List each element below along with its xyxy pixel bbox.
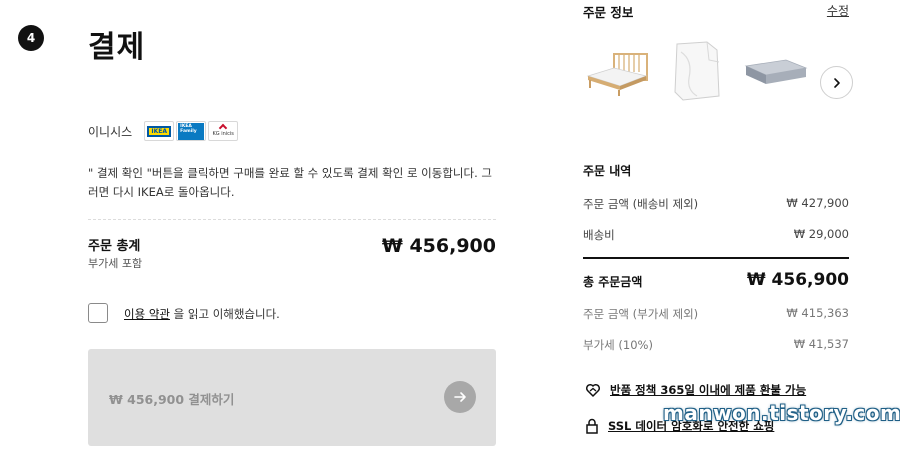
mattress-thumbnail[interactable] <box>742 38 810 104</box>
divider <box>88 219 496 220</box>
lock-icon <box>586 418 598 434</box>
edit-order-link[interactable]: 수정 <box>827 2 849 19</box>
bed-frame-thumbnail[interactable] <box>584 38 652 104</box>
terms-checkbox[interactable] <box>88 303 108 323</box>
ikea-logo: IKEA <box>144 121 175 141</box>
arrow-right-icon <box>444 381 476 413</box>
return-policy-feature[interactable]: 반품 정책 365일 이내에 제품 환불 가능 <box>585 382 806 398</box>
step-number-badge: 4 <box>18 25 44 51</box>
fitted-sheet-thumbnail[interactable] <box>663 38 731 104</box>
subtotal-value: ₩ 427,900 <box>786 196 849 210</box>
payment-instruction: " 결제 확인 "버튼을 클릭하면 구매를 완료 할 수 있도록 결제 확인 로… <box>88 166 492 199</box>
pay-button[interactable]: ₩ 456,900 결제하기 <box>88 349 496 446</box>
grand-total-value: ₩ 456,900 <box>746 270 849 290</box>
order-total-label: 주문 총계 <box>88 239 141 254</box>
chevron-right-icon <box>833 77 840 88</box>
pay-button-label: ₩ 456,900 결제하기 <box>109 392 235 407</box>
return-policy-link[interactable]: 반품 정책 365일 이내에 제품 환불 가능 <box>610 382 806 398</box>
page-title: 결제 <box>88 30 146 65</box>
shipping-value: ₩ 29,000 <box>793 227 849 241</box>
order-total-amount: ₩ 456,900 <box>381 235 496 257</box>
order-summary-title: 주문 내역 <box>583 164 632 178</box>
vat-included-note: 부가세 포함 <box>88 257 143 270</box>
heart-hands-icon <box>585 383 601 397</box>
order-info-title: 주문 정보 <box>583 5 634 20</box>
pre-tax-label: 주문 금액 (부가세 제외) <box>583 307 699 321</box>
kg-inicis-logo: KG inicis <box>208 121 239 141</box>
terms-agreement-text: 이용 약관 을 읽고 이해했습니다. <box>124 306 280 322</box>
watermark: manwon.tistory.com <box>663 401 900 425</box>
shipping-label: 배송비 <box>583 228 615 242</box>
terms-agreement-suffix: 을 읽고 이해했습니다. <box>169 307 280 321</box>
payment-provider-row: 이니시스 IKEA IKEA Family KG inicis <box>88 121 240 141</box>
summary-divider <box>583 257 849 259</box>
vat-value: ₩ 41,537 <box>793 337 849 351</box>
pre-tax-value: ₩ 415,363 <box>786 306 849 320</box>
terms-link[interactable]: 이용 약관 <box>124 307 170 321</box>
ikea-family-logo: IKEA Family <box>176 121 207 141</box>
next-thumbnails-button[interactable] <box>820 66 853 99</box>
provider-label: 이니시스 <box>88 124 133 139</box>
vat-label: 부가세 (10%) <box>583 338 653 352</box>
grand-total-label: 총 주문금액 <box>583 275 643 289</box>
subtotal-label: 주문 금액 (배송비 제외) <box>583 197 699 211</box>
